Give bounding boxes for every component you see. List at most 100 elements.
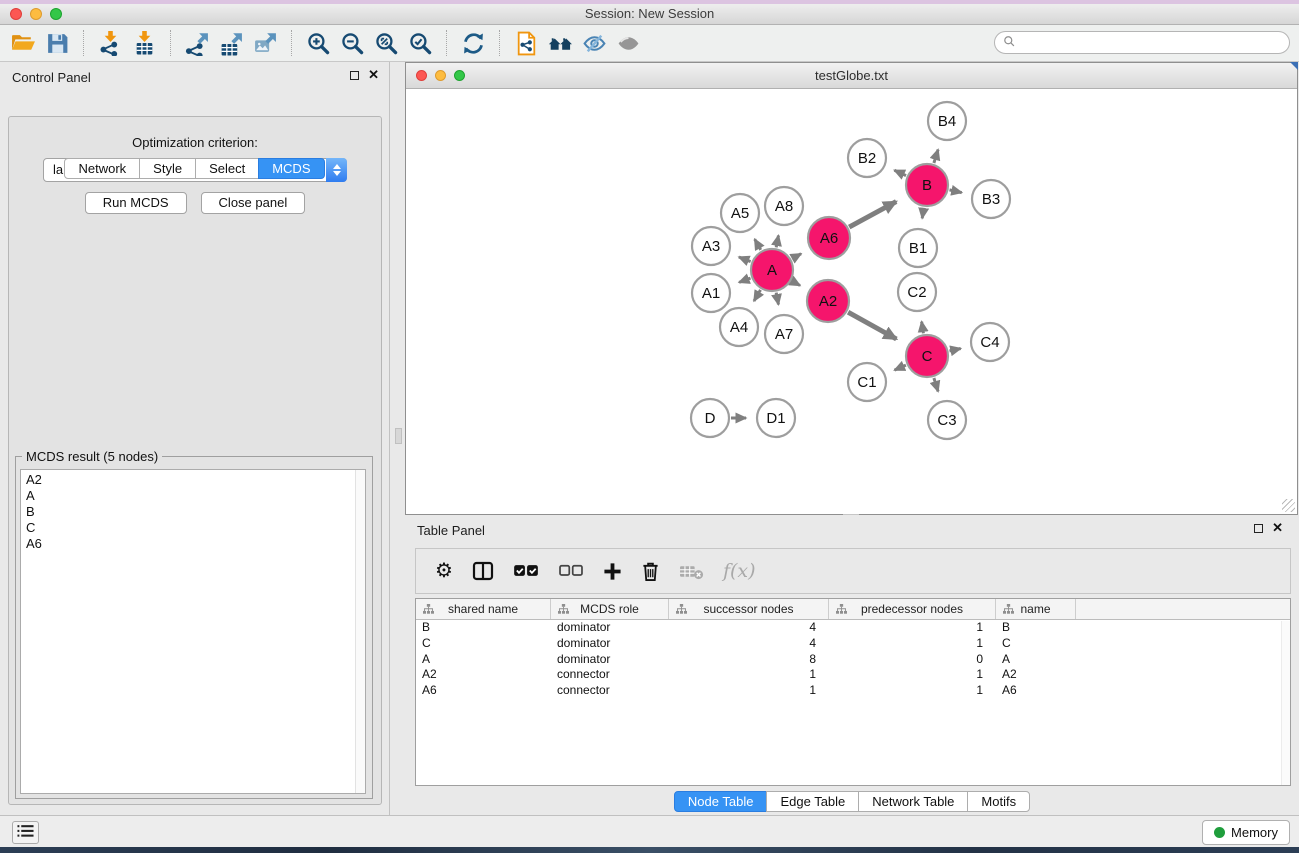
graph-node-A3[interactable]: A3 [692,227,730,265]
column-header-name[interactable]: name [996,599,1076,619]
graph-node-A1[interactable]: A1 [692,274,730,312]
save-session-button[interactable] [40,28,74,58]
float-table-panel-icon[interactable] [1254,524,1263,533]
graph-node-A5[interactable]: A5 [721,194,759,232]
result-list-scrollbar[interactable] [355,470,365,793]
graph-node-A7[interactable]: A7 [765,315,803,353]
graph-node-B1[interactable]: B1 [899,229,937,267]
table-cell[interactable]: C [416,636,551,652]
graph-node-D[interactable]: D [691,399,729,437]
export-network-button[interactable] [180,28,214,58]
select-all-button[interactable] [513,556,539,586]
graph-edge-A6-B[interactable] [849,202,896,228]
graph-node-A[interactable]: A [751,249,793,291]
table-cell[interactable]: dominator [551,652,669,668]
show-panels-button[interactable] [611,28,645,58]
table-cell[interactable]: 1 [829,636,996,652]
graph-node-B[interactable]: B [906,164,948,206]
table-scrollbar[interactable] [1281,621,1290,785]
graph-edge-A-A1[interactable] [739,278,750,282]
table-cell[interactable]: 1 [829,620,996,636]
table-row[interactable]: Adominator80A [416,652,1290,668]
tab-edge-table[interactable]: Edge Table [766,791,859,812]
table-cell[interactable]: 1 [669,683,829,699]
zoom-window-button[interactable] [50,8,62,20]
close-window-button[interactable] [10,8,22,20]
graph-edge-A-A3[interactable] [739,257,751,262]
table-cell[interactable]: dominator [551,636,669,652]
table-cell[interactable]: 1 [829,667,996,683]
table-cell[interactable]: A [416,652,551,668]
tab-motifs[interactable]: Motifs [967,791,1030,812]
graph-node-A6[interactable]: A6 [808,217,850,259]
table-cell[interactable]: 4 [669,636,829,652]
zoom-fit-button[interactable] [369,28,403,58]
graph-edge-A-A6[interactable] [792,254,801,259]
table-cell[interactable]: C [996,636,1076,652]
network-zoom-button[interactable] [454,70,465,81]
tab-select[interactable]: Select [195,158,259,179]
column-header-MCDS-role[interactable]: MCDS role [551,599,669,619]
table-cell[interactable]: B [996,620,1076,636]
table-cell[interactable]: 0 [829,652,996,668]
graph-edge-A-A8[interactable] [776,236,778,248]
minimize-window-button[interactable] [30,8,42,20]
zoom-selected-button[interactable] [403,28,437,58]
graph-node-C4[interactable]: C4 [971,323,1009,361]
import-table-button[interactable] [127,28,161,58]
close-panel-icon[interactable]: ✕ [368,70,379,80]
table-row[interactable]: Cdominator41C [416,636,1290,652]
close-table-panel-icon[interactable]: ✕ [1272,523,1283,533]
open-file-button[interactable] [6,28,40,58]
split-view-button[interactable] [472,556,494,586]
table-cell[interactable]: B [416,620,551,636]
export-image-button[interactable] [248,28,282,58]
deselect-all-button[interactable] [558,556,584,586]
column-header-shared-name[interactable]: shared name [416,599,551,619]
network-minimize-button[interactable] [435,70,446,81]
home-button[interactable] [543,28,577,58]
table-cell[interactable]: 1 [669,667,829,683]
table-row[interactable]: A2connector11A2 [416,667,1290,683]
table-cell[interactable]: 1 [829,683,996,699]
delete-column-button[interactable] [641,556,660,586]
graph-node-C2[interactable]: C2 [898,273,936,311]
zoom-in-button[interactable] [301,28,335,58]
tab-node-table[interactable]: Node Table [674,791,768,812]
mcds-result-list[interactable]: A2ABCA6 [20,469,366,794]
memory-button[interactable]: Memory [1202,820,1290,845]
graph-edge-B-B3[interactable] [950,190,962,193]
network-canvas[interactable]: B4B2BB3A5A8A6B1A3AA1C2A2A4A7C4CC1C3DD1 [406,89,1297,514]
new-network-from-selection-button[interactable] [509,28,543,58]
table-cell[interactable]: connector [551,667,669,683]
graph-node-D1[interactable]: D1 [757,399,795,437]
graph-edge-A-A2[interactable] [792,281,800,285]
graph-edge-C-C3[interactable] [934,378,938,391]
graph-node-A4[interactable]: A4 [720,308,758,346]
graph-node-C3[interactable]: C3 [928,401,966,439]
table-cell[interactable]: 8 [669,652,829,668]
export-table-button[interactable] [214,28,248,58]
graph-edge-A-A4[interactable] [754,290,761,301]
mcds-result-item[interactable]: C [21,520,355,536]
network-window-titlebar[interactable]: testGlobe.txt [406,63,1297,89]
table-row[interactable]: A6connector11A6 [416,683,1290,699]
mcds-result-item[interactable]: A2 [21,472,355,488]
table-row[interactable]: Bdominator41B [416,620,1290,636]
table-cell[interactable]: A2 [416,667,551,683]
table-cell[interactable]: 4 [669,620,829,636]
settings-button[interactable]: ⚙ [435,556,453,586]
float-panel-icon[interactable] [350,71,359,80]
graph-node-C[interactable]: C [906,335,948,377]
tab-network-table[interactable]: Network Table [858,791,968,812]
table-cell[interactable]: A [996,652,1076,668]
table-cell[interactable]: A6 [996,683,1076,699]
refresh-button[interactable] [456,28,490,58]
close-panel-button[interactable]: Close panel [201,192,306,214]
graph-edge-C-C2[interactable] [922,322,924,334]
vertical-split-handle[interactable] [395,428,402,444]
mcds-result-item[interactable]: B [21,504,355,520]
graph-node-A8[interactable]: A8 [765,187,803,225]
graph-edge-A-A5[interactable] [755,239,761,250]
tab-mcds[interactable]: MCDS [258,158,324,179]
